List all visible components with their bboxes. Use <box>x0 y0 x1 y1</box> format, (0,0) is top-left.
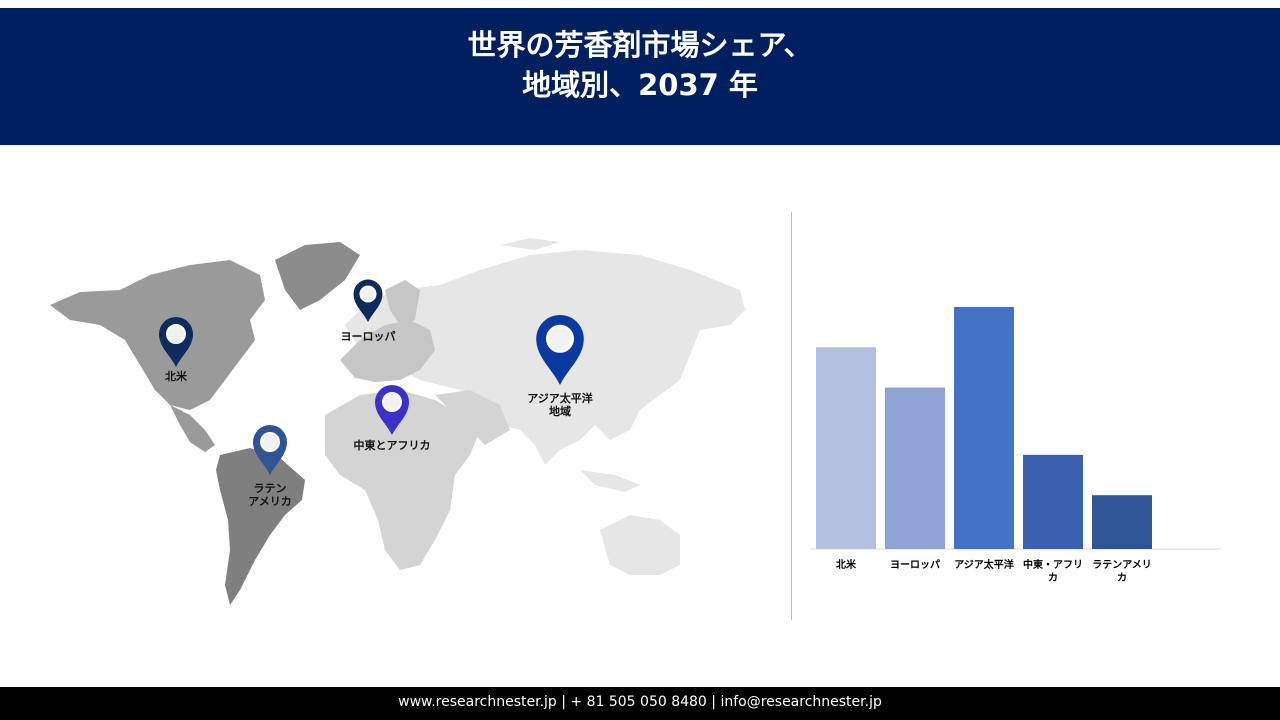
bar <box>885 387 945 549</box>
map-pins-layer: 北米 ヨーロッパアジア太平洋地域中東とアフリカラテンアメリカ <box>159 279 593 508</box>
map-pin-label: アメリカ <box>248 495 291 508</box>
map-pin-dot <box>382 392 402 412</box>
page-title-line1: 世界の芳香剤市場シェア、 <box>467 28 813 62</box>
map-pin <box>536 315 584 385</box>
header-banner: 世界の芳香剤市場シェア、 地域別、2037 年 <box>0 8 1280 145</box>
map-pin-dot <box>166 324 186 344</box>
divider-line <box>791 212 792 620</box>
bar <box>954 306 1014 549</box>
x-tick-label: 中東・アフリ <box>1023 558 1083 571</box>
map-pin-label: 北米 <box>165 369 188 383</box>
x-tick-label: ラテンアメリ <box>1092 559 1152 571</box>
bar <box>816 347 876 549</box>
x-tick-label: アジア太平洋 <box>954 558 1014 571</box>
x-tick-label: ヨーロッパ <box>890 559 940 571</box>
map-pin-label: アジア太平洋 <box>527 391 593 405</box>
map-pin <box>353 279 383 322</box>
map-pin-dot <box>546 324 574 353</box>
bar <box>1092 495 1152 549</box>
map-pin-dot <box>359 285 377 303</box>
x-tick-label: カ <box>1048 572 1058 584</box>
map-pin <box>253 425 287 475</box>
map-pin-label: ヨーロッパ <box>341 330 396 343</box>
x-tick-label: カ <box>1117 572 1127 584</box>
x-tick-label: 北米 <box>836 558 857 571</box>
map-pin-label: ラテン <box>254 482 287 495</box>
bar <box>1023 454 1083 549</box>
map-pin-label: 中東とアフリカ <box>354 438 431 452</box>
footer-contact: www.researchnester.jp | + 81 505 050 848… <box>0 687 1280 720</box>
bar-chart: 北米 ヨーロッパ アジア太平洋 中東・アフリカラテンアメリカ <box>810 306 1221 584</box>
map-pin <box>375 385 409 435</box>
map-pin <box>159 317 193 367</box>
page-title-line2: 地域別、2037 年 <box>522 68 758 102</box>
map-pin-label: 地域 <box>549 404 571 418</box>
map-pin-dot <box>260 432 280 452</box>
